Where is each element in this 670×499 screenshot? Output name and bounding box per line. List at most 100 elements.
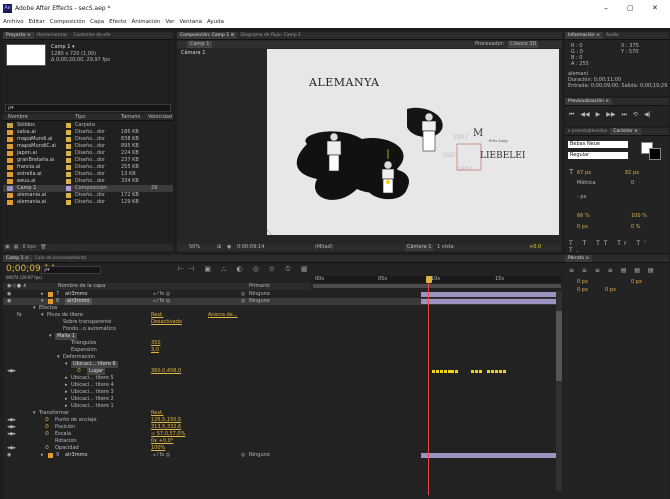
menu-capa[interactable]: Capa: [90, 19, 104, 25]
layer-duration-bar[interactable]: [421, 453, 556, 458]
minimize-button[interactable]: –: [604, 0, 608, 17]
new-comp-icon[interactable]: ▦: [14, 244, 19, 251]
property-twirl[interactable]: ▾: [41, 312, 44, 319]
keyframe[interactable]: [440, 370, 443, 373]
layer-row[interactable]: ◉ ▸ 7 alr3mmo ⁎ ⁄ fx ◎ ◎ Ninguno: [3, 291, 556, 298]
font-size-value[interactable]: 67 px: [577, 170, 591, 176]
layer-duration-bar[interactable]: [421, 299, 556, 304]
timeline-search[interactable]: ρ▾: [41, 266, 101, 274]
quality-select[interactable]: (Mitad): [315, 244, 333, 251]
keyframe[interactable]: [487, 370, 490, 373]
property-row[interactable]: fx ▾ Pinza de títere Rest. Acerca de...: [3, 312, 556, 319]
property-row[interactable]: ◂◆▸ ⏱ Posición 313,5,332,6: [3, 424, 556, 431]
text-style-buttons[interactable]: T T TT Tr T' T,: [569, 240, 669, 252]
exposure-value[interactable]: +0,0: [529, 244, 541, 251]
property-row[interactable]: Triángulos 350: [3, 340, 556, 347]
property-value[interactable]: 0x +0,0°: [151, 438, 173, 445]
maximize-button[interactable]: ▢: [627, 0, 634, 17]
viewer-time[interactable]: 0;00;09;14: [237, 244, 264, 251]
visibility-icon[interactable]: ◉: [7, 298, 11, 305]
tab-effect-controls[interactable]: Controles de efe: [70, 32, 113, 39]
label-color-swatch[interactable]: [66, 186, 71, 191]
menu-editar[interactable]: Editar: [29, 19, 45, 25]
comp-canvas[interactable]: ALEMANYA 1907 M Fritz Lang 1907 LIEBELEI…: [267, 49, 559, 235]
zoom-select[interactable]: 50%: [189, 244, 200, 251]
layer-twirl[interactable]: ▸: [41, 291, 44, 298]
stroke-width-value[interactable]: - px: [577, 194, 587, 200]
layer-parent[interactable]: Ninguno: [249, 291, 270, 298]
property-twirl[interactable]: ▾: [49, 333, 52, 340]
preview-button-4[interactable]: ⏭: [622, 111, 627, 118]
font-select[interactable]: Bebas Neue: [568, 141, 628, 148]
fx-icon[interactable]: fx: [17, 312, 22, 319]
comp-name[interactable]: Camp 1 ▾: [51, 44, 74, 50]
indent-right[interactable]: 0 px: [631, 279, 642, 285]
property-row[interactable]: ▾ Transformar Rest.: [3, 410, 556, 417]
camera-select[interactable]: Cámara 1: [405, 244, 434, 251]
timeline-toolbar-icons[interactable]: ⊢⊣ ▣ ⛬ ◐ ◎ ⊙ ⏱ ▦: [178, 265, 311, 274]
property-twirl[interactable]: ▾: [33, 305, 36, 312]
tab-render-queue[interactable]: Cola de procesamiento: [32, 255, 90, 262]
stopwatch-icon[interactable]: ⏱: [45, 417, 49, 424]
indent-left[interactable]: 0 px: [577, 279, 588, 285]
label-color-swatch[interactable]: [66, 123, 71, 128]
align-buttons[interactable]: ≡ ≡ ≡ ≡ ▤ ▤ ▤: [569, 267, 657, 274]
label-color-swatch[interactable]: [66, 179, 71, 184]
work-area-bar[interactable]: [313, 284, 561, 288]
property-value[interactable]: 3,0: [151, 347, 159, 354]
trash-icon[interactable]: 🗑: [40, 244, 46, 251]
new-folder-icon[interactable]: ▣: [5, 244, 10, 251]
vscale-value[interactable]: 66 %: [577, 213, 590, 219]
property-twirl[interactable]: ▾: [65, 361, 68, 368]
layer-row[interactable]: ◉ ▾ 8 alr3mmo ⁎ ⁄ fx ◎ ◎ Ninguno: [3, 298, 556, 305]
property-row[interactable]: ◂◆▸ ⏱ Escala ∞ 57,0,57,0%: [3, 431, 556, 438]
keyframe[interactable]: [475, 370, 478, 373]
project-item[interactable]: alemania.ai Diseño...dor 172 KB: [3, 192, 173, 199]
indent-first[interactable]: 0 px: [577, 287, 588, 293]
col-parent[interactable]: Primario: [249, 283, 270, 290]
kerning-value[interactable]: 0: [631, 180, 634, 186]
project-item[interactable]: Camp 1 Composición 29: [3, 185, 173, 192]
renderer-value[interactable]: Clásico 3D: [508, 41, 539, 48]
label-color-swatch[interactable]: [66, 193, 71, 198]
label-color-swatch[interactable]: [48, 292, 53, 297]
label-color-swatch[interactable]: [66, 130, 71, 135]
col-name[interactable]: Nombre: [8, 114, 28, 120]
layer-twirl[interactable]: ▾: [41, 298, 44, 305]
preview-button-2[interactable]: ▶: [596, 111, 601, 118]
tab-info[interactable]: Información ×: [565, 32, 603, 39]
property-row[interactable]: ▸ Ubicaci... títere 5: [3, 375, 556, 382]
label-color-swatch[interactable]: [66, 158, 71, 163]
label-color-swatch[interactable]: [66, 151, 71, 156]
tab-timeline-comp[interactable]: Camp 1 ×: [3, 255, 32, 262]
preview-button-0[interactable]: ⏮: [569, 111, 574, 118]
viewer-comp-tab[interactable]: Camp 1: [187, 41, 213, 48]
layer-switches[interactable]: ⁎ ⁄ fx ◎: [153, 298, 170, 305]
visibility-icon[interactable]: ◉: [7, 291, 11, 298]
layer-parent[interactable]: Ninguno: [249, 452, 270, 459]
tab-project[interactable]: Proyecto ×: [3, 32, 34, 39]
col-layer-name[interactable]: Nombre de la capa: [58, 283, 105, 290]
property-row[interactable]: ▸ Ubicaci... títere 2: [3, 396, 556, 403]
col-type[interactable]: Tipo: [75, 114, 86, 120]
property-row[interactable]: Rotación 0x +0,0°: [3, 438, 556, 445]
label-color-swatch[interactable]: [48, 453, 53, 458]
label-color-swatch[interactable]: [66, 165, 71, 170]
label-color-swatch[interactable]: [66, 172, 71, 177]
layer-twirl[interactable]: ▸: [41, 452, 44, 459]
layer-name[interactable]: alr3mmo: [65, 452, 88, 459]
col-speed[interactable]: Velocidad: [148, 114, 172, 120]
project-item[interactable]: granBretaña.ai Diseño...dor 237 KB: [3, 157, 173, 164]
keyframe[interactable]: [495, 370, 498, 373]
keyframe[interactable]: [499, 370, 502, 373]
menu-ventana[interactable]: Ventana: [179, 19, 202, 25]
project-item[interactable]: estrella.ai Diseño...dor 13 KB: [3, 171, 173, 178]
property-row[interactable]: ▾ Ubicaci... títere 6: [3, 361, 556, 368]
keyframe-nav[interactable]: ◂◆▸: [7, 417, 16, 424]
stroke-color-swatch[interactable]: [649, 148, 661, 160]
tab-tools[interactable]: Herramientas: [34, 32, 71, 39]
parent-pick-icon[interactable]: ◎: [241, 291, 245, 298]
property-row[interactable]: ◂◆▸ ⏱ Lugar 360,0,458,0: [3, 368, 556, 375]
keyframe[interactable]: [471, 370, 474, 373]
layer-duration-bar[interactable]: [421, 292, 556, 297]
